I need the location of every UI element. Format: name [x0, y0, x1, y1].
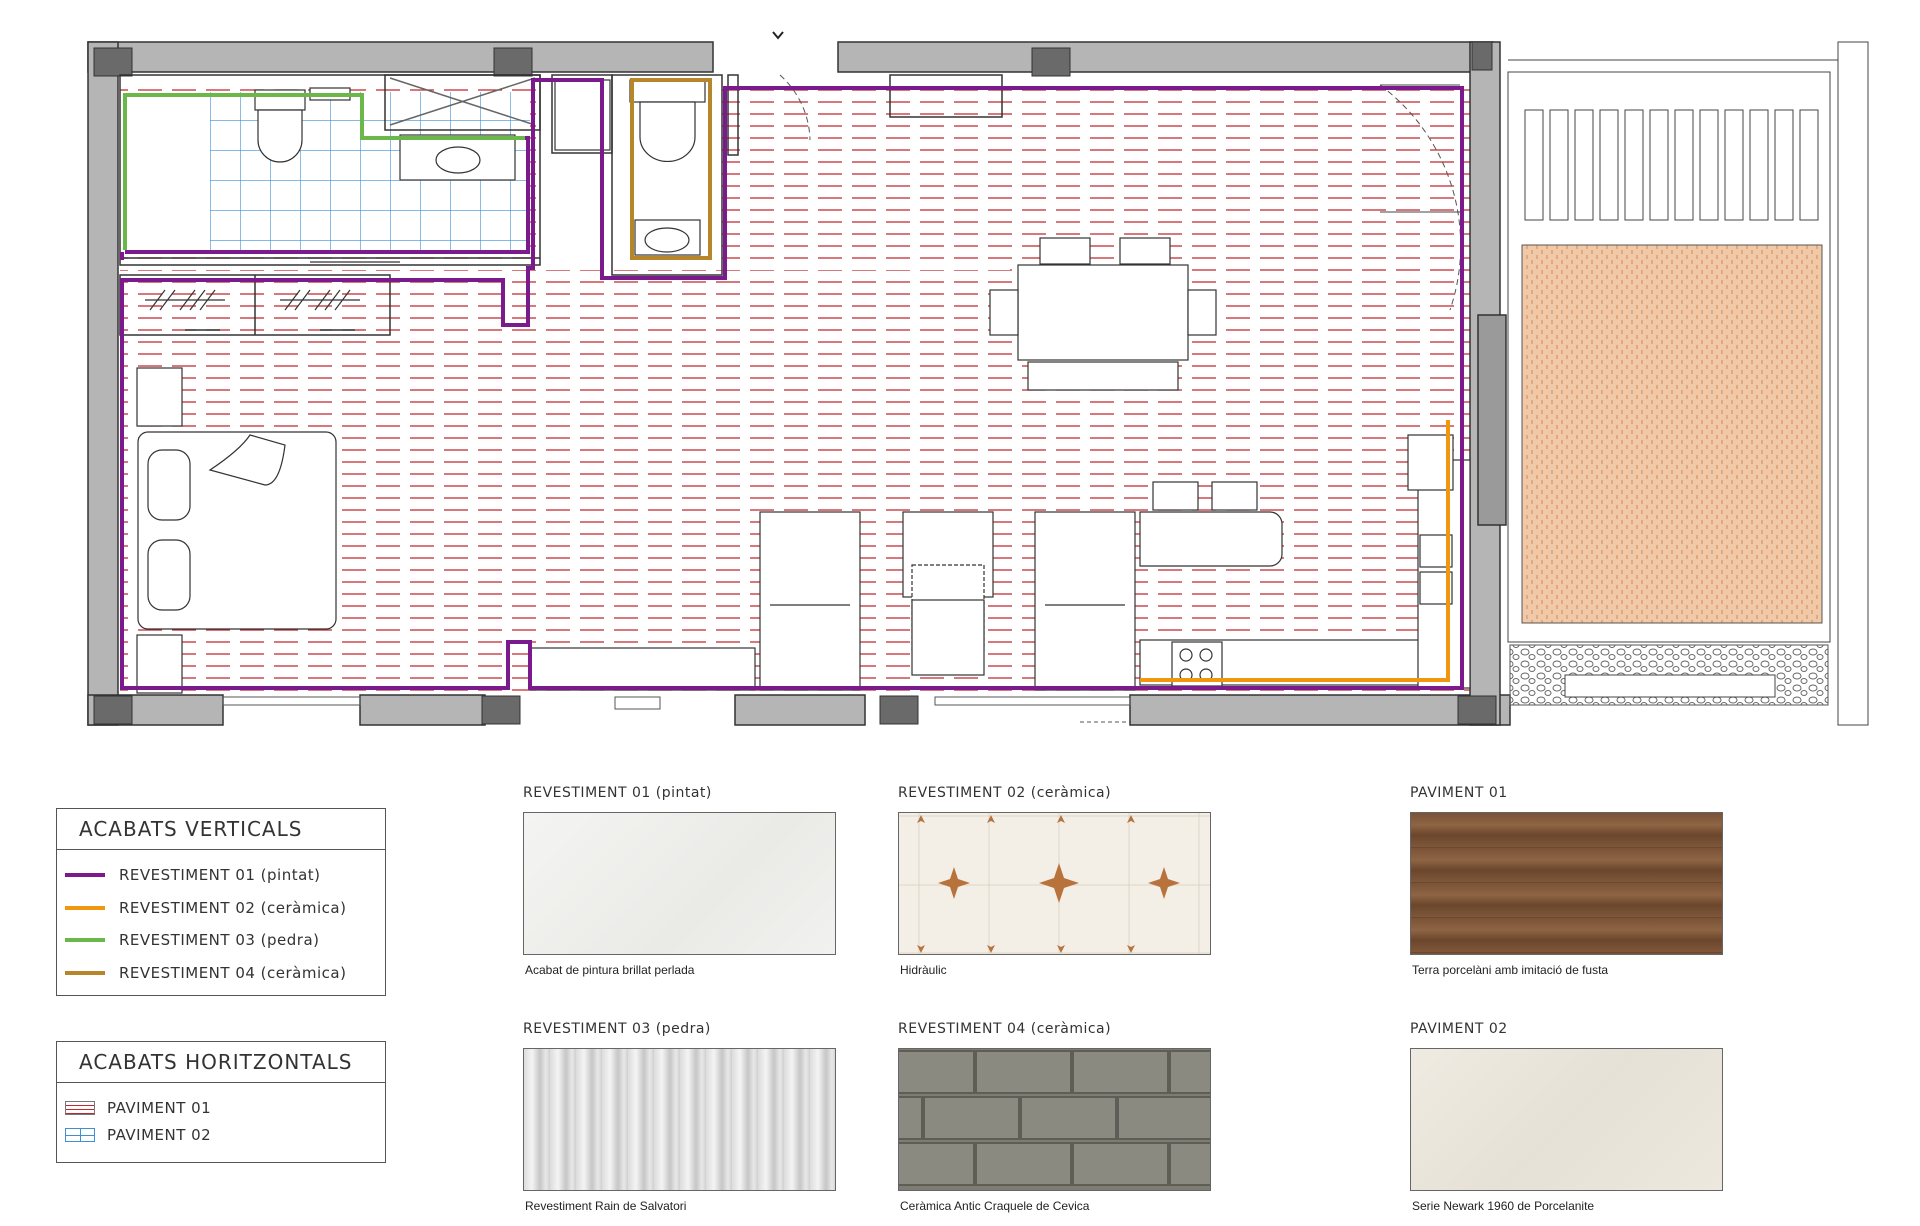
- material-caption: Serie Newark 1960 de Porcelanite: [1412, 1199, 1595, 1213]
- swatch-green: [65, 938, 105, 942]
- legend-label: PAVIMENT 02: [107, 1126, 212, 1144]
- legend-row-revestiment-01: REVESTIMENT 01 (pintat): [65, 863, 321, 887]
- swatch-orange: [65, 906, 105, 910]
- legend-horizontals-title: ACABATS HORITZONTALS: [57, 1042, 385, 1083]
- sample-stone-image: [523, 1048, 836, 1191]
- legend-row-revestiment-03: REVESTIMENT 03 (pedra): [65, 928, 320, 952]
- legend-row-revestiment-02: REVESTIMENT 02 (ceràmica): [65, 896, 346, 920]
- legend-label: REVESTIMENT 01 (pintat): [119, 866, 321, 884]
- floor-plan: [87, 31, 1869, 726]
- sample-wood-floor-image: [1410, 812, 1723, 955]
- legend-row-paviment-02: PAVIMENT 02: [65, 1123, 211, 1147]
- material-heading: REVESTIMENT 01 (pintat): [523, 785, 712, 801]
- legend-label: REVESTIMENT 02 (ceràmica): [119, 899, 347, 917]
- material-heading: REVESTIMENT 03 (pedra): [523, 1021, 711, 1037]
- material-heading: REVESTIMENT 02 (ceràmica): [898, 785, 1112, 801]
- material-heading: REVESTIMENT 04 (ceràmica): [898, 1021, 1112, 1037]
- legend-verticals-title: ACABATS VERTICALS: [57, 809, 385, 850]
- sample-craquele-tile-image: [898, 1048, 1211, 1191]
- swatch-ochre: [65, 971, 105, 975]
- legend-verticals: ACABATS VERTICALS REVESTIMENT 01 (pintat…: [56, 808, 386, 996]
- material-heading: PAVIMENT 02: [1410, 1021, 1508, 1037]
- sample-porcelain-image: [1410, 1048, 1723, 1191]
- sample-paint-image: [523, 812, 836, 955]
- material-caption: Terra porcelàni amb imitació de fusta: [1412, 963, 1609, 977]
- legend-row-revestiment-04: REVESTIMENT 04 (ceràmica): [65, 961, 346, 985]
- material-caption: Ceràmica Antic Craquele de Cevica: [900, 1199, 1090, 1213]
- swatch-blue-grid: [65, 1128, 95, 1142]
- material-caption: Hidràulic: [900, 963, 947, 977]
- swatch-purple: [65, 873, 105, 877]
- legend-label: PAVIMENT 01: [107, 1099, 212, 1117]
- legend-label: REVESTIMENT 03 (pedra): [119, 931, 320, 949]
- sample-hydraulic-tile-image: [898, 812, 1211, 955]
- tile-pattern: [899, 813, 1210, 954]
- legend-label: REVESTIMENT 04 (ceràmica): [119, 964, 347, 982]
- legend-horizontals: ACABATS HORITZONTALS PAVIMENT 01 PAVIMEN…: [56, 1041, 386, 1163]
- legend-row-paviment-01: PAVIMENT 01: [65, 1096, 211, 1120]
- material-caption: Revestiment Rain de Salvatori: [525, 1199, 687, 1213]
- terrace: [1507, 41, 1869, 726]
- brick-pattern: [899, 1050, 1210, 1186]
- swatch-red-dashed: [65, 1101, 95, 1115]
- material-heading: PAVIMENT 01: [1410, 785, 1508, 801]
- material-caption: Acabat de pintura brillat perlada: [525, 963, 695, 977]
